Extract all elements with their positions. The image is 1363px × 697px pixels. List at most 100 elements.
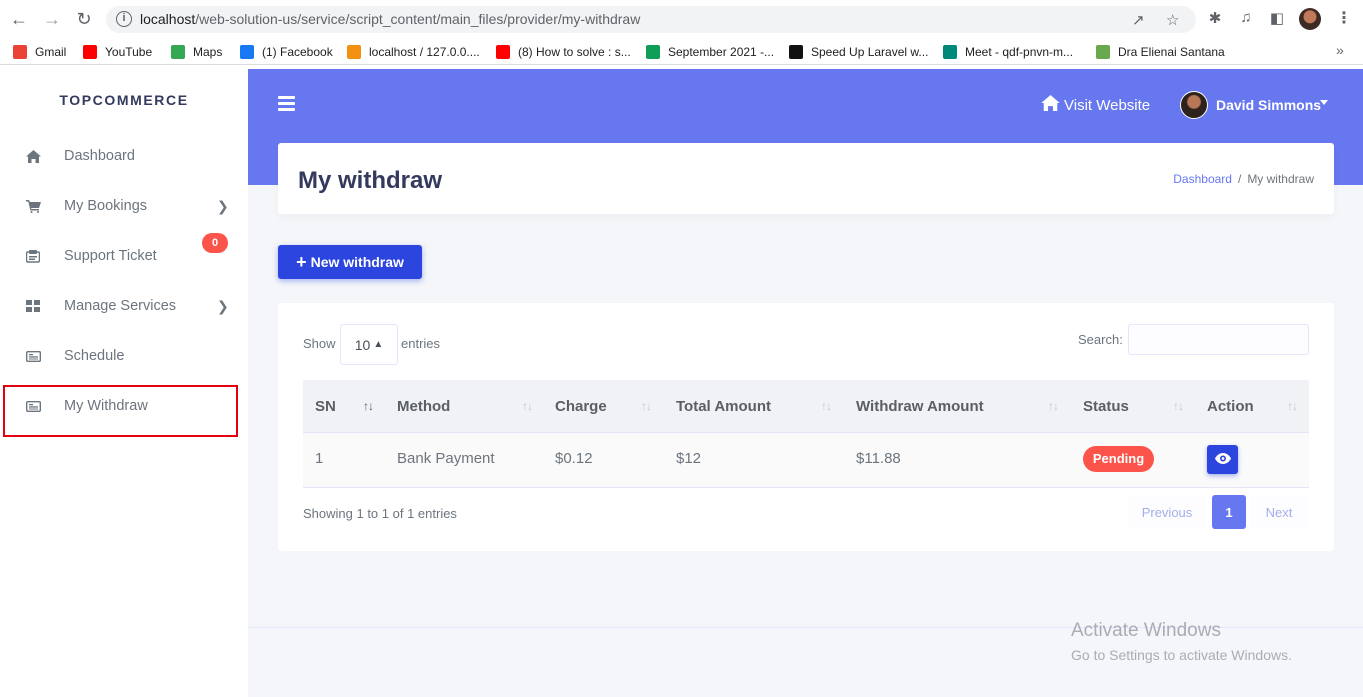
column-header-total-amount[interactable]: Total Amount — [676, 398, 771, 415]
bookmark-item[interactable]: (1) Facebook — [240, 43, 333, 61]
youtube-icon — [83, 45, 97, 59]
sort-icon[interactable]: ↑↓ — [522, 399, 533, 413]
bookmark-label: (8) How to solve : s... — [518, 45, 631, 59]
site-info-icon[interactable]: i — [116, 11, 132, 27]
pagination-next[interactable]: Next — [1250, 495, 1308, 529]
visit-website-link[interactable]: Visit Website — [1041, 95, 1150, 116]
table-header: SN ↑↓ Method ↑↓ Charge ↑↓ Total Amount ↑… — [303, 380, 1309, 433]
grid-icon — [25, 298, 41, 314]
sidebar-item-manage-services[interactable]: Manage Services ❯ — [0, 281, 248, 331]
side-panel-icon[interactable]: ◧ — [1267, 9, 1287, 29]
page-title: My withdraw — [298, 167, 443, 194]
caret-down-icon[interactable] — [1320, 100, 1328, 105]
ticket-count-badge: 0 — [202, 233, 228, 253]
media-control-icon[interactable]: ♫ — [1236, 9, 1256, 29]
pagination-previous[interactable]: Previous — [1128, 495, 1206, 529]
column-header-method[interactable]: Method — [397, 398, 450, 415]
watermark-title: Activate Windows — [1071, 620, 1221, 641]
extensions-icon[interactable]: ✱ — [1205, 9, 1225, 29]
sidebar-item-label: Manage Services — [64, 298, 177, 314]
bookmark-item[interactable]: Speed Up Laravel w... — [789, 43, 928, 61]
sidebar-item-label: Dashboard — [64, 148, 135, 164]
bookmark-item[interactable]: (8) How to solve : s... — [496, 43, 631, 61]
star-icon[interactable]: ☆ — [1166, 11, 1179, 29]
sidebar-item-dashboard[interactable]: Dashboard — [0, 131, 248, 181]
table-info: Showing 1 to 1 of 1 entries — [303, 506, 457, 521]
sheets-icon — [646, 45, 660, 59]
user-avatar[interactable] — [1180, 91, 1208, 119]
sort-icon[interactable]: ↑↓ — [641, 399, 652, 413]
sort-icon[interactable]: ↑↓ — [821, 399, 832, 413]
sidebar-item-label: My Bookings — [64, 198, 148, 214]
more-bookmarks-icon[interactable]: » — [1336, 42, 1344, 58]
column-header-sn[interactable]: SN — [315, 398, 336, 415]
sidebar-item-my-bookings[interactable]: My Bookings ❯ — [0, 181, 248, 231]
address-bar[interactable]: i localhost/web-solution-us/service/scri… — [106, 6, 1196, 33]
browser-menu-icon[interactable]: ⋮ — [1336, 8, 1352, 28]
bookmark-item[interactable]: Maps — [171, 43, 222, 61]
sidebar-item-support-ticket[interactable]: Support Ticket 0 — [0, 231, 248, 281]
url-text[interactable]: localhost/web-solution-us/service/script… — [140, 11, 640, 27]
watermark-subtitle: Go to Settings to activate Windows. — [1071, 647, 1292, 663]
youtube-icon — [496, 45, 510, 59]
windows-activation-watermark: Activate Windows Go to Settings to activ… — [1071, 620, 1292, 663]
new-withdraw-label: New withdraw — [310, 254, 404, 270]
entries-label: entries — [401, 336, 441, 351]
sort-icon[interactable]: ↑↓ — [363, 399, 374, 413]
bookmark-label: September 2021 -... — [668, 45, 775, 59]
bookmark-item[interactable]: Gmail — [13, 43, 66, 61]
new-withdraw-button[interactable]: + New withdraw — [278, 245, 422, 279]
cell-sn: 1 — [315, 450, 324, 467]
menu-toggle-icon[interactable] — [278, 96, 295, 111]
column-header-charge[interactable]: Charge — [555, 398, 607, 415]
pagination-page-1[interactable]: 1 — [1212, 495, 1246, 529]
chevron-right-icon: ❯ — [217, 197, 229, 214]
bookmark-item[interactable]: YouTube — [83, 43, 152, 61]
column-header-action[interactable]: Action — [1207, 398, 1254, 415]
profile-avatar-icon[interactable] — [1299, 8, 1321, 30]
sidebar-item-schedule[interactable]: Schedule — [0, 331, 248, 381]
withdraw-table-card: Show 10 ▲︎ entries Search: SN ↑↓ Method … — [278, 303, 1334, 551]
breadcrumb: Dashboard / My withdraw — [1173, 172, 1314, 186]
reload-icon[interactable]: ↻ — [73, 8, 95, 30]
page-size-select[interactable]: 10 ▲︎ — [340, 324, 398, 365]
phpmyadmin-icon — [347, 45, 361, 59]
meet-icon — [943, 45, 957, 59]
breadcrumb-link-dashboard[interactable]: Dashboard — [1173, 172, 1232, 186]
main-content: Visit Website David Simmons My withdraw … — [248, 69, 1363, 697]
sort-icon[interactable]: ↑↓ — [1287, 399, 1298, 413]
forward-arrow-icon[interactable]: → — [41, 8, 63, 30]
column-header-withdraw-amount[interactable]: Withdraw Amount — [856, 398, 984, 415]
eye-icon — [1214, 451, 1231, 469]
column-header-status[interactable]: Status — [1083, 398, 1129, 415]
cell-total-amount: $12 — [676, 450, 702, 467]
user-menu[interactable]: David Simmons — [1216, 97, 1321, 113]
cart-icon — [25, 198, 41, 214]
bookmark-item[interactable]: Meet - qdf-pnvn-m... — [943, 43, 1073, 61]
sort-icon[interactable]: ↑↓ — [1048, 399, 1059, 413]
bookmark-item[interactable]: September 2021 -... — [646, 43, 774, 61]
section-header: My withdraw Dashboard / My withdraw — [278, 143, 1334, 214]
page-size-value: 10 — [354, 336, 371, 353]
bookmark-label: Dra Elienai Santana — [1118, 45, 1225, 59]
select-arrows-icon: ▲︎ — [373, 339, 384, 350]
cell-charge: $0.12 — [555, 450, 593, 467]
view-button[interactable] — [1207, 445, 1238, 474]
back-arrow-icon[interactable]: ← — [8, 8, 30, 30]
sort-icon[interactable]: ↑↓ — [1173, 399, 1184, 413]
visit-website-label: Visit Website — [1064, 97, 1151, 114]
facebook-icon — [240, 45, 254, 59]
brand-logo[interactable]: TOPCOMMERCE — [0, 92, 248, 108]
bookmark-item[interactable]: localhost / 127.0.0.... — [347, 43, 480, 61]
ticket-icon — [25, 248, 41, 264]
bookmark-label: Meet - qdf-pnvn-m... — [965, 45, 1074, 59]
bookmark-item[interactable]: Dra Elienai Santana — [1096, 43, 1225, 61]
cell-withdraw-amount: $11.88 — [856, 450, 901, 467]
home-icon — [1041, 95, 1060, 116]
share-icon[interactable]: ↗ — [1132, 11, 1145, 29]
table-row: 1 Bank Payment $0.12 $12 $11.88 Pending — [303, 433, 1309, 488]
bookmark-label: Speed Up Laravel w... — [811, 45, 929, 59]
laravel-icon — [789, 45, 803, 59]
search-input[interactable] — [1128, 324, 1309, 355]
breadcrumb-separator: / — [1237, 172, 1242, 186]
